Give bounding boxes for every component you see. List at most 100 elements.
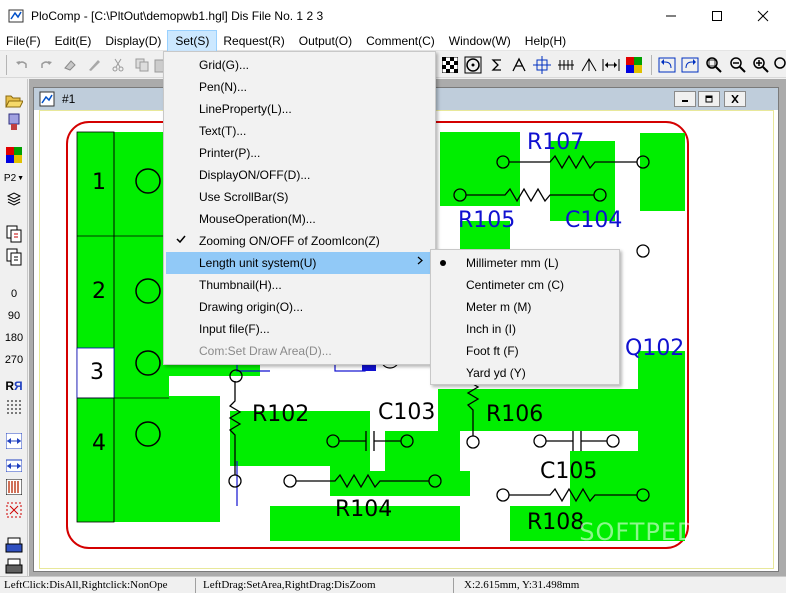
pen-select-dropdown[interactable]: P2 ▼ [4,168,24,188]
cut-button[interactable] [108,55,128,75]
menu-request[interactable]: Request(R) [216,31,291,51]
label-c105: C105 [540,459,597,484]
unit-centimeter[interactable]: Centimeter cm (C) [433,274,617,296]
delete-area-button[interactable] [4,500,24,520]
menu-display[interactable]: Display(D) [98,31,168,51]
mirror-rotate-button[interactable]: RR [0,379,28,393]
set-menu-line-property[interactable]: LineProperty(L)... [166,98,433,120]
label-r102: R102 [252,402,309,427]
set-menu-use-scrollbar[interactable]: Use ScrollBar(S) [166,186,433,208]
set-menu-set-draw-area: Com:Set Draw Area(D)... [199,344,332,358]
set-menu-pen[interactable]: Pen(N)... [166,76,433,98]
label-q102: Q102 [625,336,684,361]
set-menu-grid[interactable]: Grid(G)... [166,54,433,76]
unit-inch[interactable]: Inch in (I) [433,318,617,340]
color-palette-button[interactable] [624,55,644,75]
grid-pattern-button[interactable] [440,55,460,75]
menu-comment[interactable]: Comment(C) [359,31,442,51]
set-menu-zooming-on-off[interactable]: Zooming ON/OFF of ZoomIcon(Z) [166,230,433,252]
output-button[interactable] [4,556,24,576]
set-menu-text[interactable]: Text(T)... [166,120,433,142]
height-measure-button[interactable] [4,454,24,474]
set-menu-length-unit-system[interactable]: Length unit system(U) [166,252,433,274]
layers-button[interactable] [4,189,24,209]
menu-help[interactable]: Help(H) [518,31,573,51]
restore-icon [705,95,713,103]
unit-yard[interactable]: Yard yd (Y) [433,362,617,384]
rotate-270-button[interactable]: 270 [0,354,28,366]
sigma-tool-button[interactable] [487,55,507,75]
copy-file-button[interactable] [4,224,24,244]
hatch-button[interactable] [4,477,24,497]
set-menu-printer[interactable]: Printer(P)... [166,142,433,164]
target-circle-icon [464,56,482,74]
crosshair-button[interactable] [532,55,552,75]
zoom-window-button[interactable] [704,55,724,75]
horizontal-span-icon [6,433,22,449]
maximize-button[interactable] [694,0,740,31]
child-restore-button[interactable] [698,91,720,107]
layers-icon [6,192,22,206]
set-menu-mouse-operation[interactable]: MouseOperation(M)... [166,208,433,230]
set-menu-display-on-off[interactable]: DisplayON/OFF(D)... [166,164,433,186]
label-r106: R106 [486,402,543,427]
rotate-0-button[interactable]: 0 [0,288,28,300]
close-button[interactable] [740,0,786,31]
status-mouse-drag-hint: LeftDrag:SetArea,RightDrag:DisZoom [199,578,454,593]
set-menu-thumbnail[interactable]: Thumbnail(H)... [166,274,433,296]
app-window: PloComp - [C:\PltOut\demopwb1.hgl] Dis F… [0,0,786,593]
rotate-180-button[interactable]: 180 [0,332,28,344]
circle-tool-button[interactable] [463,55,483,75]
menu-edit[interactable]: Edit(E) [48,31,99,51]
document-paste-icon [6,248,22,266]
watermark: SOFTPEDIA® [579,518,747,546]
unit-foot[interactable]: Foot ft (F) [433,340,617,362]
child-title: #1 [62,92,76,106]
print-button[interactable] [4,535,24,555]
menu-set[interactable]: Set(S) [167,29,218,52]
zoom-in-button[interactable] [751,55,771,75]
rotate-90-button[interactable]: 90 [0,310,28,322]
printer-icon [5,537,23,553]
minimize-icon [682,100,688,102]
slot-label-4: 4 [92,431,106,456]
dimension-button[interactable] [556,55,576,75]
color-grid-icon [626,57,642,73]
angle-tool-button[interactable] [579,55,599,75]
plotter-button[interactable] [4,112,24,132]
left-toolbar: P2 ▼ 0 90 180 270 RR [0,79,28,576]
paste-file-button[interactable] [4,247,24,267]
width-measure-button[interactable] [4,431,24,451]
menu-bar: File(F) Edit(E) Display(D) Set(S) Reques… [0,29,786,52]
zoom-out-button[interactable] [728,55,748,75]
letter-a-icon [512,57,526,72]
menu-window[interactable]: Window(W) [442,31,518,51]
copy-button[interactable] [132,55,152,75]
distance-button[interactable] [601,55,621,75]
zoom-back-icon [658,57,676,73]
component-c105 [533,431,620,451]
color-palette-side-button[interactable] [4,145,24,165]
unit-millimeter[interactable]: Millimeter mm (L) [433,252,617,274]
unit-meter[interactable]: Meter m (M) [433,296,617,318]
text-angle-button[interactable] [509,55,529,75]
zoom-fit-button[interactable] [770,55,786,75]
child-minimize-button[interactable] [674,91,696,107]
pen-tool-button[interactable] [84,55,104,75]
redo-button[interactable] [36,55,56,75]
undo-button[interactable] [12,55,32,75]
menu-file[interactable]: File(F) [0,31,48,51]
set-menu-input-file[interactable]: Input file(F)... [166,318,433,340]
dotted-grid-button[interactable] [4,397,24,417]
minimize-button[interactable] [648,0,694,31]
child-close-button[interactable] [724,91,746,107]
c104-pad [636,244,650,258]
menu-output[interactable]: Output(O) [292,31,359,51]
zoom-previous-button[interactable] [657,55,677,75]
zoom-next-button[interactable] [680,55,700,75]
set-menu-drawing-origin[interactable]: Drawing origin(O)... [166,296,433,318]
radio-bullet-icon [440,260,446,266]
dashed-x-icon [6,502,22,518]
eraser-button[interactable] [60,55,80,75]
open-file-button[interactable] [4,91,24,111]
